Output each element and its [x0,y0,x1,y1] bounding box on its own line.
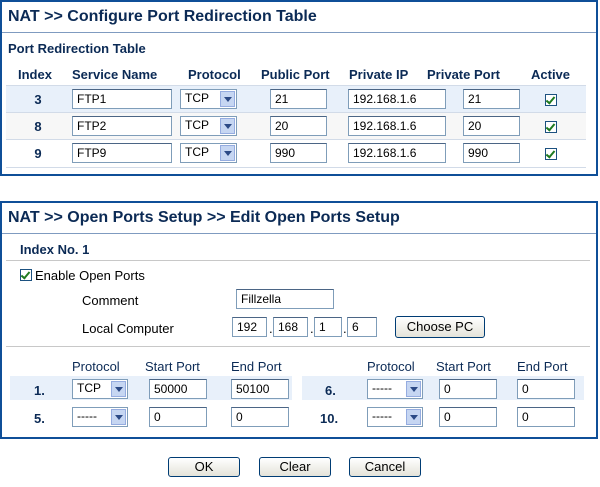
entry-number: 1. [34,383,45,398]
check-icon [545,121,556,132]
table-row: 3 FTP1 TCP 21 192.168.1.6 21 [6,85,586,113]
cancel-button[interactable]: Cancel [349,457,421,477]
private-port-input[interactable]: 21 [463,89,520,109]
comment-label: Comment [82,293,139,308]
protocol-value: TCP [185,145,209,159]
index-label: Index No. 1 [20,242,90,257]
entry-number: 10. [320,411,339,426]
protocol-select[interactable]: ----- [72,407,128,427]
chevron-down-icon [111,409,126,425]
active-checkbox[interactable] [545,148,557,160]
col-protocol: Protocol [72,359,120,374]
protocol-value: TCP [185,91,209,105]
end-port-input[interactable]: 0 [517,407,575,427]
protocol-value: TCP [185,118,209,132]
col-protocol: Protocol [367,359,415,374]
row-index: 3 [34,92,42,107]
end-port-input[interactable]: 0 [231,407,289,427]
entry-number: 5. [34,411,45,426]
col-private-ip: Private IP [349,67,409,82]
protocol-select[interactable]: ----- [367,379,423,399]
service-name-input[interactable]: FTP2 [72,116,172,136]
local-computer-label: Local Computer [82,321,174,336]
protocol-select[interactable]: TCP [180,116,237,136]
private-port-input[interactable]: 20 [463,116,520,136]
public-port-input[interactable]: 990 [270,143,327,163]
row-index: 8 [34,119,42,134]
col-active: Active [531,67,571,82]
enable-open-ports-label: Enable Open Ports [35,268,145,283]
enable-open-ports-checkbox[interactable] [20,269,32,281]
protocol-value: ----- [77,409,97,423]
col-start-port: Start Port [145,359,200,374]
port-redirection-panel: NAT >> Configure Port Redirection Table … [0,0,598,176]
clear-button[interactable]: Clear [259,457,331,477]
chevron-down-icon [406,381,421,397]
col-protocol: Protocol [188,67,241,82]
col-start-port: Start Port [436,359,491,374]
start-port-input[interactable]: 0 [149,407,207,427]
ip-octet-2[interactable]: 168 [273,317,308,337]
start-port-input[interactable]: 0 [439,379,497,399]
chevron-down-icon [220,118,235,134]
check-icon [545,148,556,159]
protocol-select[interactable]: TCP [72,379,128,399]
protocol-value: TCP [77,381,101,395]
private-ip-input[interactable]: 192.168.1.6 [348,143,446,163]
check-icon [20,269,31,280]
section-title: Port Redirection Table [8,41,146,56]
col-service-name: Service Name [72,67,158,82]
divider [6,260,590,261]
open-ports-panel: NAT >> Open Ports Setup >> Edit Open Por… [0,201,598,439]
row-index: 9 [34,146,42,161]
end-port-input[interactable]: 50100 [231,379,289,399]
page-title: NAT >> Configure Port Redirection Table [2,2,596,33]
chevron-down-icon [220,91,235,107]
check-icon [545,94,556,105]
end-port-input[interactable]: 0 [517,379,575,399]
col-private-port: Private Port [427,67,500,82]
comment-input[interactable]: Fillzella [236,289,334,309]
service-name-input[interactable]: FTP1 [72,89,172,109]
start-port-input[interactable]: 0 [439,407,497,427]
chevron-down-icon [111,381,126,397]
protocol-value: ----- [372,409,392,423]
chevron-down-icon [220,145,235,161]
private-port-input[interactable]: 990 [463,143,520,163]
private-ip-input[interactable]: 192.168.1.6 [348,116,446,136]
ip-octet-4[interactable]: 6 [347,317,377,337]
entry-number: 6. [325,383,336,398]
table-header: Index Service Name Protocol Public Port … [6,66,586,84]
col-index: Index [18,67,52,82]
choose-pc-button[interactable]: Choose PC [395,316,485,338]
ip-octet-1[interactable]: 192 [232,317,267,337]
public-port-input[interactable]: 20 [270,116,327,136]
private-ip-input[interactable]: 192.168.1.6 [348,89,446,109]
ip-octet-3[interactable]: 1 [314,317,342,337]
start-port-input[interactable]: 50000 [149,379,207,399]
active-checkbox[interactable] [545,121,557,133]
public-port-input[interactable]: 21 [270,89,327,109]
protocol-select[interactable]: TCP [180,143,237,163]
chevron-down-icon [406,409,421,425]
col-end-port: End Port [231,359,282,374]
protocol-select[interactable]: ----- [367,407,423,427]
service-name-input[interactable]: FTP9 [72,143,172,163]
protocol-select[interactable]: TCP [180,89,237,109]
protocol-value: ----- [372,381,392,395]
table-row: 8 FTP2 TCP 20 192.168.1.6 20 [6,112,586,140]
ok-button[interactable]: OK [168,457,240,477]
col-public-port: Public Port [261,67,330,82]
table-row: 9 FTP9 TCP 990 192.168.1.6 990 [6,139,586,168]
active-checkbox[interactable] [545,94,557,106]
page-title: NAT >> Open Ports Setup >> Edit Open Por… [2,203,596,234]
col-end-port: End Port [517,359,568,374]
divider [6,346,590,347]
